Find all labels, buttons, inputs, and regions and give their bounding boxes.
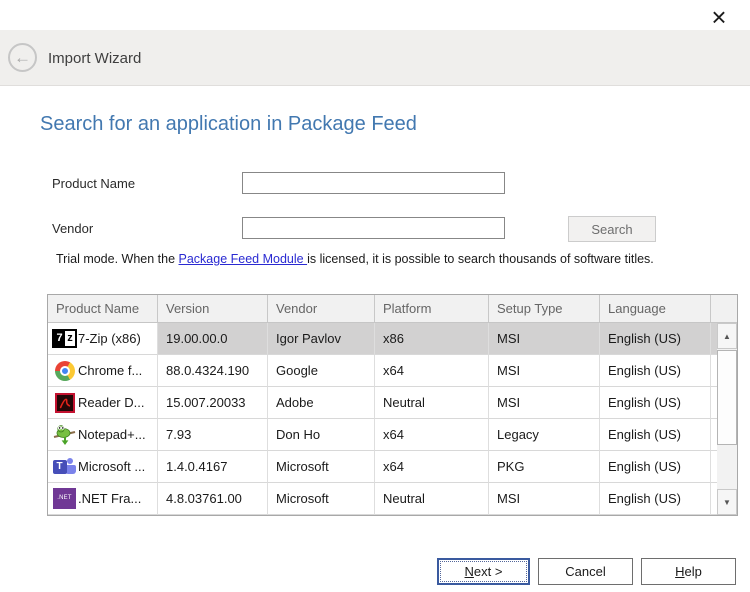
table-row[interactable]: Notepad+... 7.93Don Hox64LegacyEnglish (U… (48, 419, 737, 451)
import-wizard-dialog: { "window": { "title": "Import Wizard" }… (0, 0, 750, 592)
table-body: 7z7-Zip (x86)19.00.00.0Igor Pavlovx86MSI… (48, 323, 737, 515)
notepad-plus-plus-icon (53, 424, 76, 446)
page-title: Search for an application in Package Fee… (40, 113, 417, 136)
cell-product-name: 7z7-Zip (x86) (48, 323, 158, 355)
trial-text-suffix: is licensed, it is possible to search th… (307, 252, 654, 266)
cell-vendor: Microsoft (268, 451, 375, 483)
product-name-text: Microsoft ... (78, 451, 145, 482)
column-header-language[interactable]: Language (600, 295, 711, 322)
column-header-platform[interactable]: Platform (375, 295, 489, 322)
vendor-label: Vendor (52, 221, 93, 236)
cell-vendor: Adobe (268, 387, 375, 419)
cell-product-name: Chrome f... (48, 355, 158, 387)
wizard-title: Import Wizard (48, 50, 141, 67)
close-icon[interactable]: × (702, 2, 736, 32)
column-header-filler (711, 295, 737, 322)
cell-setup-type: MSI (489, 483, 600, 515)
table-row[interactable]: Chrome f... 88.0.4324.190Googlex64MSIEngl… (48, 355, 737, 387)
cell-setup-type: Legacy (489, 419, 600, 451)
cell-language: English (US) (600, 483, 711, 515)
cell-platform: x64 (375, 451, 489, 483)
cell-version: 19.00.00.0 (158, 323, 268, 355)
package-feed-module-link[interactable]: Package Feed Module (179, 252, 308, 266)
cell-language: English (US) (600, 451, 711, 483)
vendor-input[interactable] (242, 217, 505, 239)
product-name-text: .NET Fra... (78, 483, 141, 514)
table-header-row: Product NameVersionVendorPlatformSetup T… (48, 295, 737, 323)
cell-platform: x86 (375, 323, 489, 355)
vertical-scrollbar[interactable]: ▲ ▼ (717, 323, 737, 515)
column-header-vendor[interactable]: Vendor (268, 295, 375, 322)
scrollbar-thumb[interactable] (717, 350, 737, 445)
product-name-text: Reader D... (78, 387, 144, 418)
cell-platform: Neutral (375, 483, 489, 515)
cell-setup-type: MSI (489, 355, 600, 387)
column-header-version[interactable]: Version (158, 295, 268, 322)
cell-vendor: Igor Pavlov (268, 323, 375, 355)
product-name-text: 7-Zip (x86) (78, 323, 141, 354)
microsoft-teams-icon: T (53, 458, 77, 476)
cell-vendor: Google (268, 355, 375, 387)
back-icon[interactable]: ← (8, 43, 37, 72)
cell-language: English (US) (600, 323, 711, 355)
cell-language: English (US) (600, 387, 711, 419)
product-name-label: Product Name (52, 176, 135, 191)
cell-vendor: Don Ho (268, 419, 375, 451)
dotnet-icon: .NET (53, 488, 76, 509)
cancel-button[interactable]: Cancel (538, 558, 633, 585)
cell-product-name: TMicrosoft ... (48, 451, 158, 483)
cell-vendor: Microsoft (268, 483, 375, 515)
table-row[interactable]: TMicrosoft ...1.4.0.4167Microsoftx64PKGE… (48, 451, 737, 483)
cell-version: 7.93 (158, 419, 268, 451)
cell-product-name: Reader D... (48, 387, 158, 419)
cell-platform: x64 (375, 355, 489, 387)
next-button[interactable]: Next > (437, 558, 530, 585)
cell-version: 4.8.03761.00 (158, 483, 268, 515)
product-name-text: Chrome f... (78, 355, 142, 386)
table-row[interactable]: 7z7-Zip (x86)19.00.00.0Igor Pavlovx86MSI… (48, 323, 737, 355)
cell-product-name: Notepad+... (48, 419, 158, 451)
product-name-input[interactable] (242, 172, 505, 194)
column-header-product-name[interactable]: Product Name (48, 295, 158, 322)
column-header-setup-type[interactable]: Setup Type (489, 295, 600, 322)
cell-language: English (US) (600, 355, 711, 387)
chrome-icon (55, 361, 75, 381)
results-table: Product NameVersionVendorPlatformSetup T… (47, 294, 738, 516)
cell-language: English (US) (600, 419, 711, 451)
7zip-icon: 7z (52, 329, 77, 348)
cell-product-name: .NET.NET Fra... (48, 483, 158, 515)
table-row[interactable]: .NET.NET Fra...4.8.03761.00MicrosoftNeut… (48, 483, 737, 515)
trial-mode-notice: Trial mode. When the Package Feed Module… (56, 252, 654, 266)
wizard-header: ← Import Wizard (0, 30, 750, 86)
trial-text-prefix: Trial mode. When the (56, 252, 179, 266)
search-button[interactable]: Search (568, 216, 656, 242)
scroll-up-icon[interactable]: ▲ (717, 323, 737, 349)
cell-version: 15.007.20033 (158, 387, 268, 419)
cell-setup-type: MSI (489, 387, 600, 419)
cell-setup-type: MSI (489, 323, 600, 355)
product-name-text: Notepad+... (78, 419, 146, 450)
table-row[interactable]: Reader D... 15.007.20033AdobeNeutralMSIEn… (48, 387, 737, 419)
scroll-down-icon[interactable]: ▼ (717, 489, 737, 515)
cell-platform: x64 (375, 419, 489, 451)
cell-setup-type: PKG (489, 451, 600, 483)
cell-version: 1.4.0.4167 (158, 451, 268, 483)
adobe-reader-icon (55, 393, 75, 413)
help-button[interactable]: Help (641, 558, 736, 585)
cell-version: 88.0.4324.190 (158, 355, 268, 387)
cell-platform: Neutral (375, 387, 489, 419)
